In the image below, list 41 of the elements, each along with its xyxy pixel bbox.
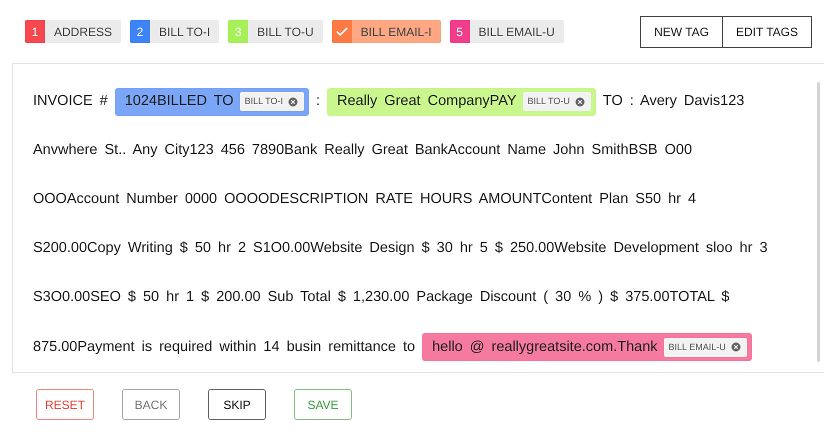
tag-number: 3: [234, 24, 242, 40]
tag-action-button[interactable]: EDIT TAGS: [722, 16, 812, 48]
tag-action-button[interactable]: NEW TAG: [640, 16, 723, 48]
tag-label: BILL TO-I: [158, 24, 212, 40]
entity-text: 1024BILLED TO: [124, 92, 234, 111]
action-button[interactable]: RESET: [36, 389, 94, 420]
entity-tag-label: BILL EMAIL-U: [668, 340, 726, 354]
scrollbar[interactable]: [817, 82, 820, 362]
entity-highlight[interactable]: 1024BILLED TO BILL TO-I: [114, 88, 309, 116]
tag-label: BILL TO-U: [256, 24, 315, 40]
action-button[interactable]: BACK: [122, 389, 180, 420]
entity-highlight[interactable]: Really Great CompanyPAY BILL TO-U: [326, 88, 596, 116]
tag-label: BILL EMAIL-I: [360, 24, 433, 40]
tag-number: 5: [456, 24, 463, 40]
document-text: 875.00Payment is required within 14 busin remittance to: [33, 338, 416, 357]
entity-tag-label: BILL TO-U: [528, 94, 570, 108]
document-text: Anvwhere St.. Any City123 456 7890Bank Really Great BankAccount Name John SmithBSB O00: [33, 140, 692, 160]
entity-highlight[interactable]: hello @ reallygreatsite.com.Thank BILL EMAIL-U: [422, 333, 752, 362]
document-text: OOOAccount Number 0000 OOOODESCRIPTION RATE HOURS AMOUNTContent Plan S50 hr 4: [33, 190, 696, 210]
document-text: S3O0.00SEO $ 50 hr 1 $ 200.00 Sub Total $ 1,230.00 Package Discount ( 30 % ) $ 375.00TOTAL $: [33, 288, 730, 308]
tag-number: 1: [32, 24, 38, 40]
tag-chip[interactable]: 3 BILL TO-U: [228, 20, 323, 43]
tag-chip[interactable]: BILL EMAIL-I: [332, 20, 441, 43]
entity-tag-label: BILL TO-I: [244, 94, 283, 108]
tag-label: ADDRESS: [53, 24, 114, 40]
tag-label: BILL EMAIL-U: [478, 24, 556, 40]
remove-icon[interactable]: [286, 96, 299, 108]
document-text: TO : Avery Davis123: [602, 92, 744, 111]
document-text: INVOICE #: [33, 92, 108, 111]
remove-icon[interactable]: [730, 341, 742, 354]
document-text: :: [316, 92, 320, 111]
tag-chip[interactable]: 1 ADDRESS: [25, 20, 122, 43]
action-button[interactable]: SKIP: [208, 389, 266, 420]
tag-number: 2: [136, 24, 144, 40]
document-text: S200.00Copy Writing $ 50 hr 2 S1O0.00Website Design $ 30 hr 5 $ 250.00Website Development sloo hr 3: [33, 239, 768, 258]
entity-text: hello @ reallygreatsite.com.Thank: [432, 338, 658, 357]
entity-text: Really Great CompanyPAY: [336, 92, 517, 111]
remove-icon[interactable]: [574, 96, 586, 108]
tag-chip[interactable]: 2 BILL TO-I: [130, 20, 220, 43]
check-icon: [334, 24, 349, 38]
tag-chip[interactable]: 5 BILL EMAIL-U: [450, 20, 564, 43]
